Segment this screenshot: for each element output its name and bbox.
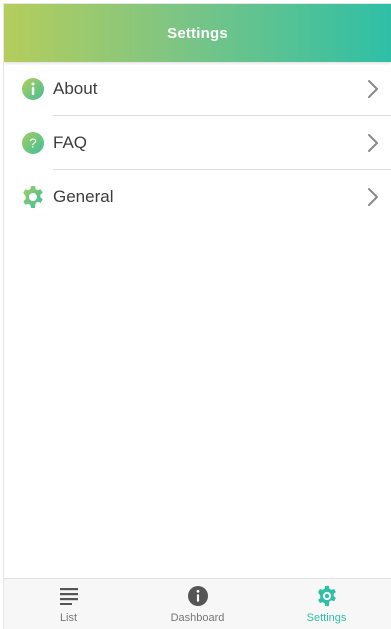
settings-item-general[interactable]: General xyxy=(4,170,391,224)
tab-label: Settings xyxy=(306,612,347,624)
tab-list[interactable]: List xyxy=(4,579,133,629)
question-circle-icon: ? xyxy=(21,131,45,155)
settings-item-label: FAQ xyxy=(53,133,88,152)
chevron-right-icon xyxy=(367,187,379,207)
settings-item-faq[interactable]: ? FAQ xyxy=(4,116,391,170)
header-bar: Settings xyxy=(4,4,391,62)
tab-label: Dashboard xyxy=(170,612,225,624)
app-frame: Settings About ? FAQ General List Dashbo… xyxy=(4,4,391,629)
tab-label: List xyxy=(59,612,78,624)
bottom-tab-bar: List Dashboard Settings xyxy=(4,578,391,629)
page-title: Settings xyxy=(167,24,228,42)
settings-list: About ? FAQ General xyxy=(4,62,391,224)
gear-icon xyxy=(316,585,338,607)
list-icon xyxy=(58,585,80,607)
chevron-right-icon xyxy=(367,79,379,99)
info-circle-icon xyxy=(21,77,45,101)
settings-item-label: General xyxy=(53,187,114,206)
chevron-right-icon xyxy=(367,133,379,153)
svg-text:?: ? xyxy=(29,136,36,151)
gear-icon xyxy=(21,185,45,209)
info-circle-icon xyxy=(187,585,209,607)
settings-item-about[interactable]: About xyxy=(4,62,391,116)
tab-dashboard[interactable]: Dashboard xyxy=(133,579,262,629)
settings-item-label: About xyxy=(53,79,98,98)
tab-settings[interactable]: Settings xyxy=(262,579,391,629)
